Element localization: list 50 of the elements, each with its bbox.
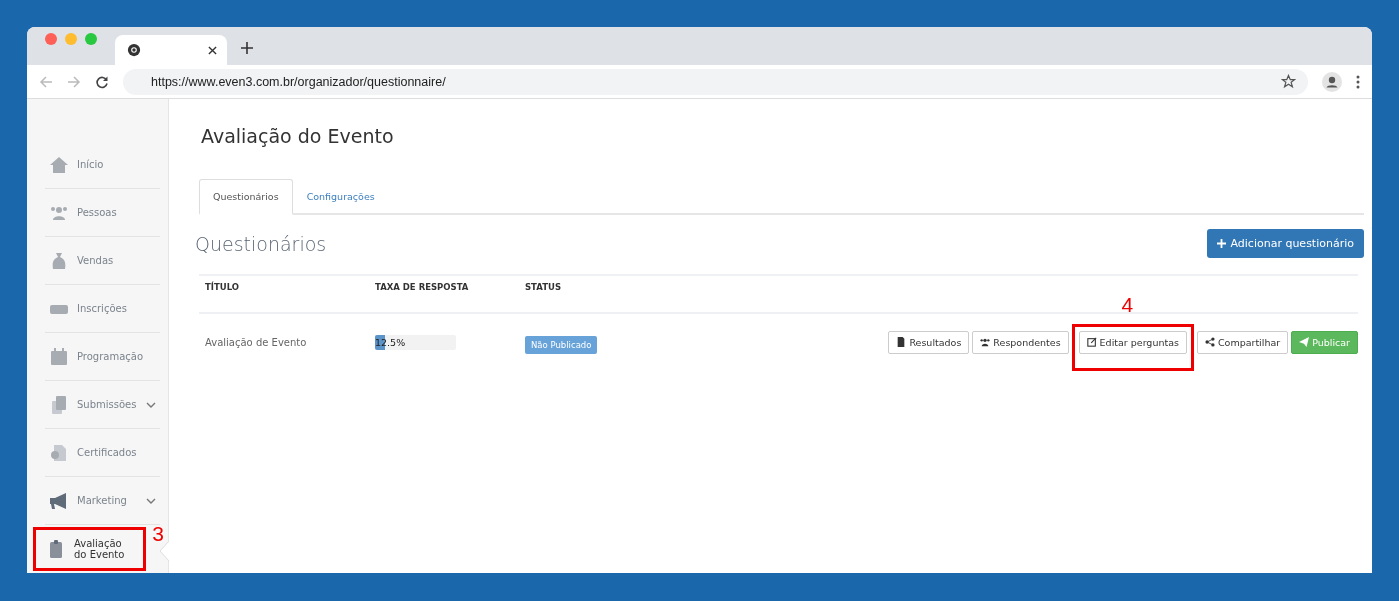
minimize-window-dot[interactable] [65, 33, 77, 45]
status-badge: Não Publicado [525, 335, 598, 354]
table-cell-text: Avaliação de Evento [204, 336, 308, 348]
action-button[interactable]: Resultados [888, 330, 970, 354]
action-button[interactable]: Compartilhar [1196, 330, 1289, 354]
reload-icon[interactable] [95, 74, 109, 89]
edit-icon [1086, 337, 1097, 347]
action-button[interactable]: Publicar [1291, 330, 1358, 354]
sidebar-item[interactable]: Início [45, 145, 160, 184]
account-icon[interactable] [1322, 71, 1342, 92]
column-header: STATUS [525, 281, 562, 292]
close-window-dot[interactable] [45, 33, 57, 45]
menu-icon[interactable] [1356, 74, 1360, 89]
browser-logo-icon [127, 43, 141, 57]
maximize-window-dot[interactable] [85, 33, 97, 45]
plane-icon [1299, 337, 1310, 347]
chevron-down-icon [146, 497, 156, 504]
people-icon [980, 337, 991, 347]
action-button[interactable]: Editar perguntas [1078, 330, 1187, 354]
docs-icon [49, 394, 69, 415]
file-icon [896, 337, 907, 347]
page-title: Avaliação do Evento [201, 125, 395, 147]
new-tab-icon[interactable] [241, 42, 253, 54]
sidebar-item[interactable]: Pessoas [45, 193, 160, 232]
chevron-down-icon [146, 401, 156, 408]
tab[interactable]: Questionários [199, 179, 293, 215]
star-icon[interactable] [1281, 74, 1296, 89]
sidebar-item[interactable]: Vendas [45, 241, 160, 280]
sidebar-item[interactable]: Marketing [45, 481, 160, 520]
sidebar-item[interactable]: Inscrições [45, 289, 160, 328]
calendar-icon [49, 346, 69, 367]
tab[interactable]: Configurações [292, 179, 389, 215]
annotation-number: 4 [1121, 292, 1134, 317]
sidebar-item[interactable]: Programação [45, 337, 160, 376]
annotation-number: 3 [152, 522, 164, 546]
action-button[interactable]: Respondentes [972, 330, 1069, 354]
sidebar-item[interactable]: Avaliação do Evento [33, 526, 146, 571]
section-title: Questionários [195, 232, 327, 255]
megaphone-icon [49, 490, 69, 511]
close-icon[interactable] [208, 45, 217, 55]
column-header: TAXA DE RESPOSTA [375, 281, 470, 292]
share-icon [1204, 337, 1215, 347]
column-header: TÍTULO [204, 280, 240, 292]
sidebar-item[interactable]: Submissões [45, 385, 160, 424]
browser-tab[interactable] [115, 35, 227, 65]
plus-icon [1217, 239, 1227, 248]
home-icon [49, 154, 69, 175]
address-bar[interactable]: https://www.even3.com.br/organizador/questionnaire/ [123, 68, 1308, 95]
sidebar-item[interactable]: Certificados [45, 433, 160, 472]
add-questionnaire-button[interactable]: Adicionar questionário [1207, 229, 1364, 258]
